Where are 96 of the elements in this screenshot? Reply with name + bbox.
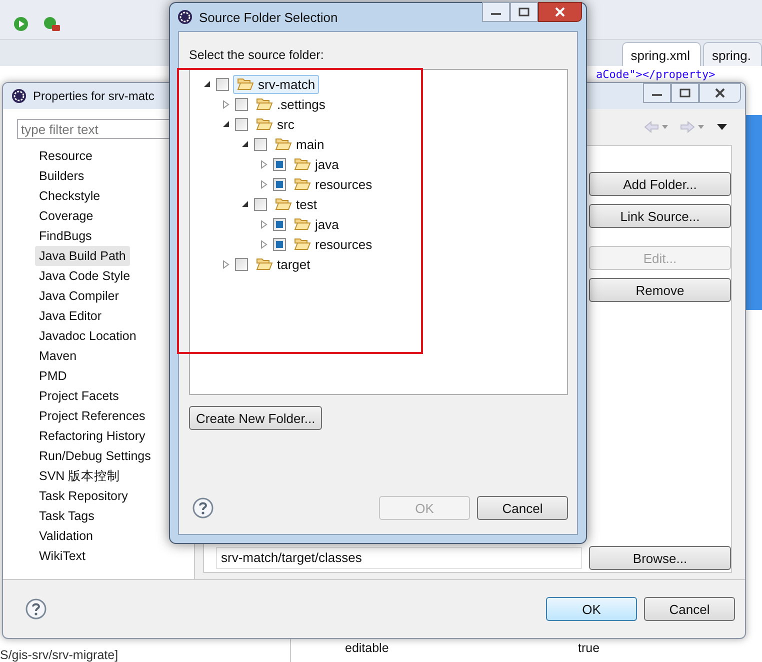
folder-icon (275, 137, 292, 151)
checkbox[interactable] (235, 98, 248, 110)
settings-page-item[interactable]: Java Editor (35, 306, 106, 326)
editor-tab[interactable]: spring. (702, 42, 762, 66)
minimize-button[interactable] (643, 83, 671, 103)
tree-item[interactable]: main (271, 134, 328, 154)
view-menu-icon[interactable] (716, 123, 728, 131)
ok-button[interactable]: OK (546, 597, 637, 621)
checkbox[interactable] (273, 218, 286, 230)
collapsed-arrow-icon[interactable] (221, 260, 231, 268)
settings-page-item[interactable]: PMD (35, 366, 71, 386)
settings-page-item[interactable]: Coverage (35, 206, 98, 226)
collapsed-arrow-icon[interactable] (259, 180, 269, 188)
path-text: S/gis-srv/srv-migrate] (0, 648, 118, 662)
tree-item[interactable]: java (290, 214, 343, 234)
close-button[interactable] (699, 83, 741, 103)
code-line: aCode"></property> (596, 68, 716, 81)
checkbox[interactable] (273, 178, 286, 190)
tree-item[interactable]: resources (290, 234, 376, 254)
tree-item[interactable]: src (252, 114, 298, 134)
checkbox[interactable] (254, 198, 267, 210)
settings-page-item[interactable]: Task Tags (35, 506, 98, 526)
folder-icon (294, 237, 311, 251)
debug-run-icon[interactable] (43, 16, 61, 32)
window-title: Properties for srv-matc (33, 89, 154, 103)
maximize-icon (679, 88, 691, 98)
help-icon[interactable] (192, 497, 214, 519)
settings-page-item[interactable]: Task Repository (35, 486, 132, 506)
settings-page-item[interactable]: Run/Debug Settings (35, 446, 155, 466)
output-folder-field[interactable]: srv-match/target/classes (216, 547, 582, 569)
folder-icon (275, 197, 292, 211)
folder-icon (256, 117, 273, 131)
expanded-arrow-icon[interactable] (202, 80, 212, 88)
settings-page-item[interactable]: Checkstyle (35, 186, 104, 206)
folder-icon (294, 217, 311, 231)
settings-page-item[interactable]: Maven (35, 346, 81, 366)
browse-button[interactable]: Browse... (589, 546, 731, 570)
settings-page-item[interactable]: Javadoc Location (35, 326, 140, 346)
help-icon[interactable] (25, 598, 47, 620)
expanded-arrow-icon[interactable] (221, 120, 231, 128)
settings-page-item[interactable]: Refactoring History (35, 426, 150, 446)
folder-icon (256, 97, 273, 111)
maximize-icon (518, 7, 530, 17)
settings-page-item[interactable]: Validation (35, 526, 97, 546)
run-icon[interactable] (13, 16, 29, 32)
collapsed-arrow-icon[interactable] (259, 160, 269, 168)
window-title: Source Folder Selection (199, 10, 338, 24)
settings-page-item[interactable]: Resource (35, 146, 96, 166)
settings-page-item[interactable]: Java Compiler (35, 286, 123, 306)
property-value: true (578, 641, 600, 655)
close-button[interactable] (538, 2, 582, 22)
maximize-button[interactable] (510, 2, 538, 22)
settings-page-item[interactable]: Builders (35, 166, 88, 186)
tree-item[interactable]: java (290, 154, 343, 174)
tree-item[interactable]: srv-match (233, 74, 320, 94)
checkbox[interactable] (273, 238, 286, 250)
collapsed-arrow-icon[interactable] (221, 100, 231, 108)
folder-icon (237, 77, 254, 91)
eclipse-icon (177, 9, 193, 25)
expanded-arrow-icon[interactable] (240, 140, 250, 148)
tree-item[interactable]: .settings (252, 94, 330, 114)
checkbox[interactable] (273, 158, 286, 170)
expanded-arrow-icon[interactable] (240, 200, 250, 208)
editor-tab[interactable]: spring.xml (622, 42, 701, 66)
settings-page-item[interactable]: Project Facets (35, 386, 123, 406)
collapsed-arrow-icon[interactable] (259, 220, 269, 228)
checkbox[interactable] (235, 258, 248, 270)
create-folder-button[interactable]: Create New Folder... (189, 406, 322, 430)
prompt-label: Select the source folder: (189, 48, 325, 64)
tree-item[interactable]: test (271, 194, 321, 214)
settings-page-item[interactable]: SVN 版本控制 (35, 466, 124, 486)
property-name: editable (345, 641, 389, 655)
settings-page-item[interactable]: Java Build Path (35, 246, 130, 266)
close-icon (554, 7, 566, 17)
checkbox[interactable] (235, 118, 248, 130)
settings-page-item[interactable]: Project References (35, 406, 150, 426)
settings-page-item[interactable]: FindBugs (35, 226, 96, 246)
cancel-button[interactable]: Cancel (644, 597, 735, 621)
folder-icon (256, 257, 273, 271)
folder-icon (294, 177, 311, 191)
eclipse-icon (11, 88, 27, 104)
minimize-button[interactable] (482, 2, 510, 22)
tree-item[interactable]: resources (290, 174, 376, 194)
cancel-button[interactable]: Cancel (477, 496, 568, 520)
collapsed-arrow-icon[interactable] (259, 240, 269, 248)
settings-page-item[interactable]: Java Code Style (35, 266, 134, 286)
folder-icon (294, 157, 311, 171)
settings-page-item[interactable]: WikiText (35, 546, 90, 566)
checkbox[interactable] (216, 78, 229, 90)
close-icon (714, 88, 726, 98)
maximize-button[interactable] (671, 83, 699, 103)
tree-item[interactable]: target (252, 254, 314, 274)
action-button[interactable]: Link Source... (589, 204, 731, 228)
checkbox[interactable] (254, 138, 267, 150)
action-button[interactable]: Add Folder... (589, 172, 731, 196)
action-button[interactable]: Remove (589, 278, 731, 302)
